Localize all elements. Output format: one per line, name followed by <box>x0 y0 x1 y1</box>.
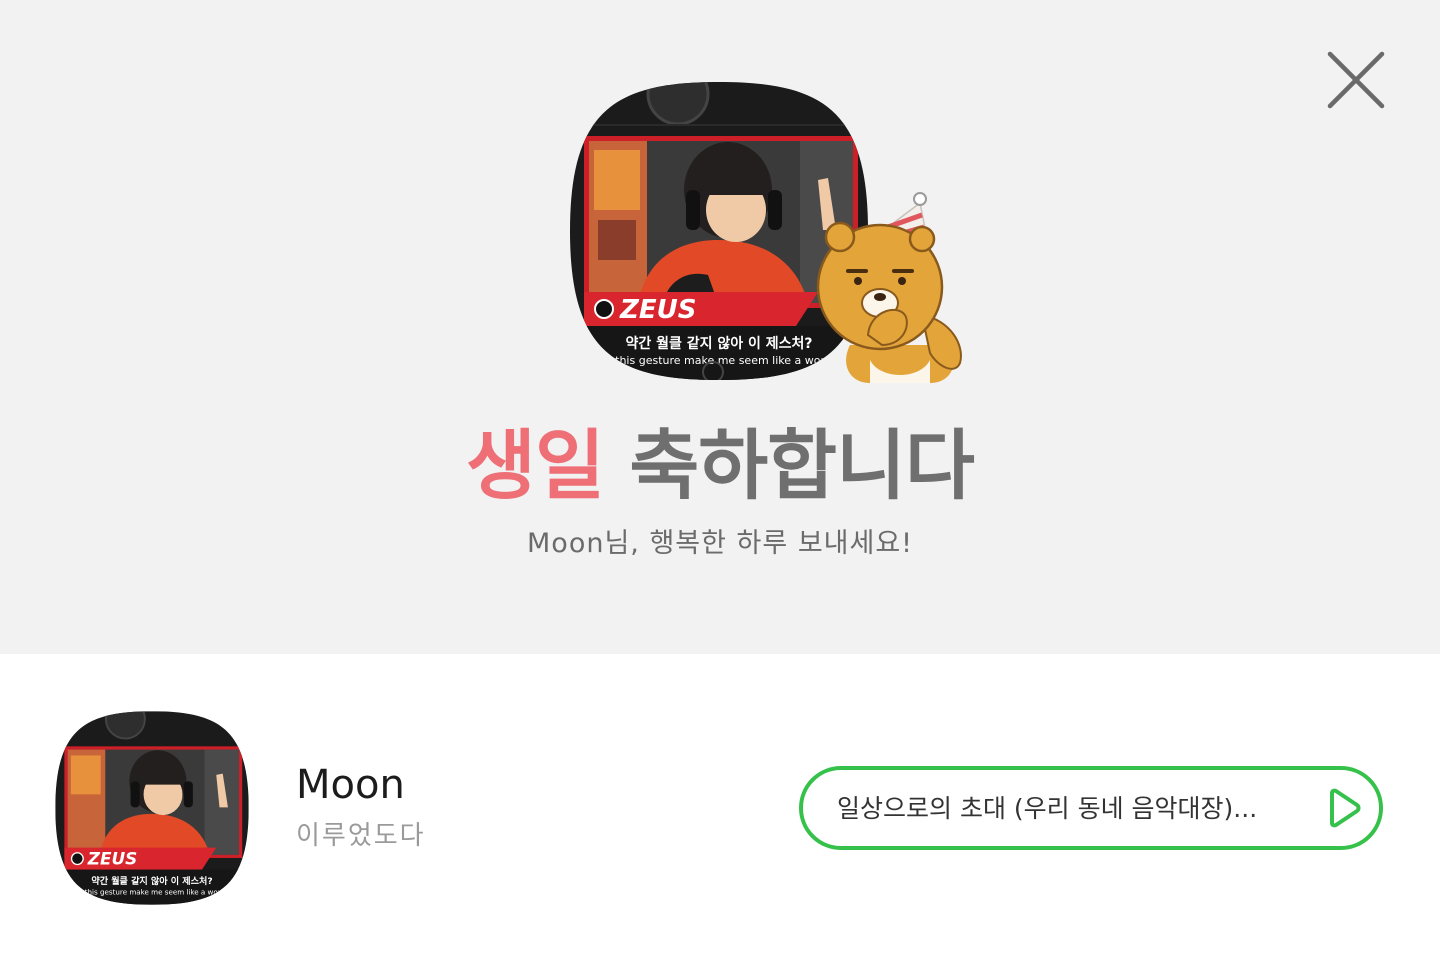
status-message: 이루었도다 <box>296 821 426 851</box>
close-icon[interactable] <box>1318 42 1394 118</box>
profile-music-button[interactable]: 일상으로의 초대 (우리 동네 음악대장)... <box>799 766 1383 850</box>
birthday-banner: ZEUS 약간 월클 같지 않아 이 제스처? Isn't this gestu… <box>0 0 1440 654</box>
close-button[interactable] <box>1318 42 1394 118</box>
svg-text:ZEUS: ZEUS <box>619 295 696 325</box>
music-title: 일상으로의 초대 (우리 동네 음악대장)... <box>837 794 1258 823</box>
profile-avatar[interactable]: ZEUS 약간 월클 같지 않아 이 제스처? Isn't this gestu… <box>54 710 250 906</box>
birthday-greeting: Moon님, 행복한 하루 보내세요! <box>527 528 913 559</box>
headline-rest: 축하합니다 <box>629 421 975 510</box>
profile-row: ZEUS 약간 월클 같지 않아 이 제스처? Isn't this gestu… <box>0 654 1440 959</box>
svg-text:ZEUS: ZEUS <box>87 848 138 868</box>
headline-accent: 생일 <box>466 421 605 510</box>
profile-name: Moon <box>296 762 405 808</box>
ryan-party-sticker <box>810 185 970 385</box>
svg-text:Isn't this gesture make me see: Isn't this gesture make me seem like a w… <box>67 887 236 896</box>
svg-text:약간 월클 같지 않아 이 제스처?: 약간 월클 같지 않아 이 제스처? <box>625 335 812 352</box>
birthday-headline: 생일 축하합니다 <box>0 418 1440 514</box>
play-icon[interactable] <box>1323 788 1363 828</box>
svg-text:약간 월클 같지 않아 이 제스처?: 약간 월클 같지 않아 이 제스처? <box>91 875 212 887</box>
